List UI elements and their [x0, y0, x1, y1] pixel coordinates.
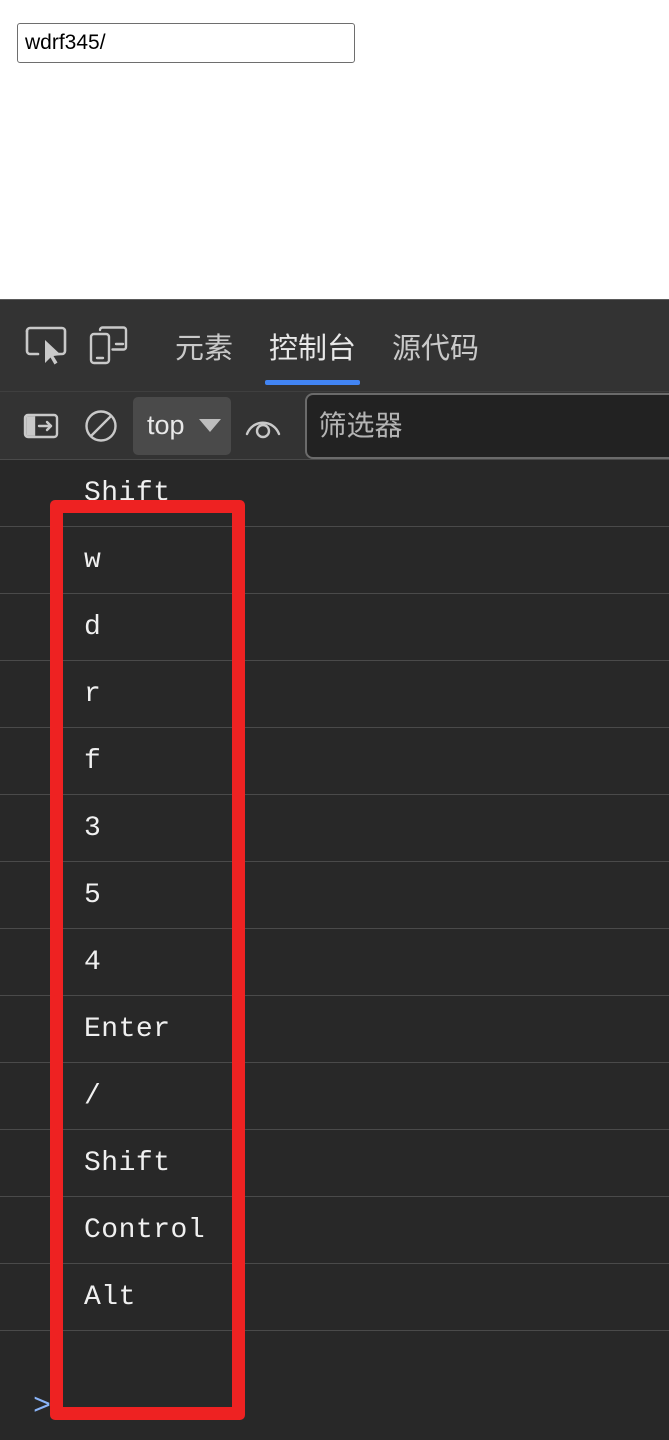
console-message[interactable]: Shift: [0, 460, 669, 527]
devtools-tabbar: 元素 控制台 源代码: [0, 300, 669, 392]
execution-context-label: top: [147, 410, 185, 440]
console-message-text: /: [84, 1080, 102, 1112]
tab-sources-label: 源代码: [392, 332, 480, 365]
devtools-panel: 元素 控制台 源代码 top 筛选器 Shift w d r f 3 5 4 E…: [0, 299, 669, 1440]
console-message[interactable]: /: [0, 1063, 669, 1130]
clear-console-icon[interactable]: [75, 400, 127, 452]
tab-elements-label: 元素: [175, 332, 234, 365]
console-message[interactable]: 3: [0, 795, 669, 862]
console-message-text: f: [84, 745, 102, 777]
console-message-text: 4: [84, 946, 102, 978]
web-page-viewport: [0, 0, 669, 299]
console-message[interactable]: Control: [0, 1197, 669, 1264]
console-toolbar: top: [0, 392, 669, 460]
console-message[interactable]: r: [0, 661, 669, 728]
console-sidebar-icon[interactable]: [15, 400, 67, 452]
console-message-text: 3: [84, 812, 102, 844]
execution-context-select[interactable]: top: [133, 396, 231, 455]
console-message-text: Control: [84, 1214, 206, 1246]
eye-icon[interactable]: [237, 400, 289, 452]
console-filter-input[interactable]: [304, 392, 669, 459]
tab-console-label: 控制台: [269, 332, 357, 365]
console-message-text: Alt: [84, 1281, 136, 1313]
console-message-text: Shift: [84, 477, 171, 509]
inspect-element-icon[interactable]: [15, 315, 77, 377]
device-toolbar-icon[interactable]: [77, 315, 139, 377]
console-message-text: r: [84, 678, 102, 710]
console-message[interactable]: 5: [0, 862, 669, 929]
console-message-list[interactable]: Shift w d r f 3 5 4 Enter / Shift Contro…: [0, 460, 669, 1440]
tab-elements[interactable]: 元素: [157, 300, 251, 391]
tab-console[interactable]: 控制台: [251, 300, 374, 391]
console-prompt-icon[interactable]: >: [33, 1392, 51, 1422]
console-message-text: Enter: [84, 1013, 171, 1045]
text-input[interactable]: [17, 23, 355, 63]
console-message-text: 5: [84, 879, 102, 911]
chevron-down-icon: [198, 419, 221, 432]
console-message[interactable]: Enter: [0, 996, 669, 1063]
console-message-text: Shift: [84, 1147, 171, 1179]
tab-sources[interactable]: 源代码: [374, 300, 497, 391]
console-message[interactable]: Shift: [0, 1130, 669, 1197]
console-message[interactable]: Alt: [0, 1264, 669, 1331]
console-message[interactable]: d: [0, 594, 669, 661]
console-message[interactable]: w: [0, 527, 669, 594]
console-message-text: d: [84, 611, 102, 643]
console-message[interactable]: 4: [0, 929, 669, 996]
console-message-text: w: [84, 544, 102, 576]
console-message[interactable]: f: [0, 728, 669, 795]
